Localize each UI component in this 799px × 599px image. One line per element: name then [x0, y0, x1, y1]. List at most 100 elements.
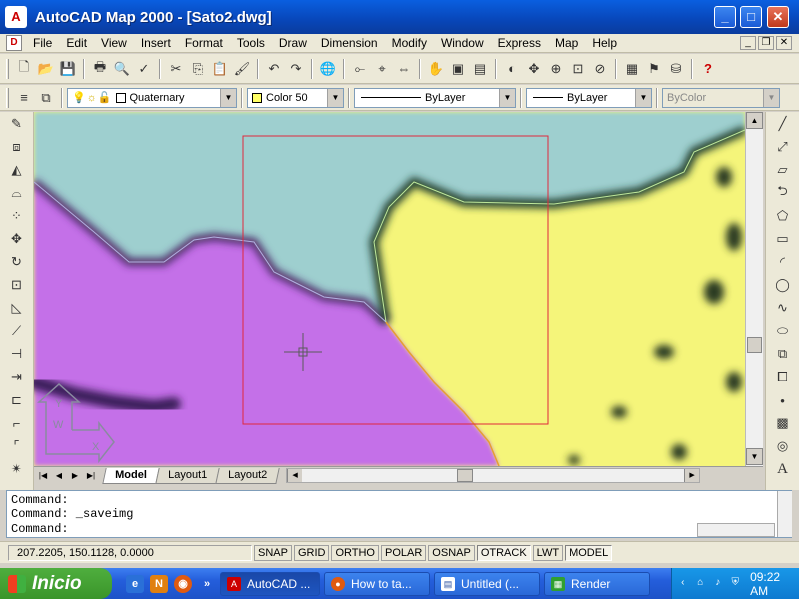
- ortho-toggle[interactable]: ORTHO: [331, 544, 379, 561]
- scroll-left-icon[interactable]: ◀: [287, 469, 303, 482]
- 3d-orbit-icon[interactable]: ◐: [502, 59, 522, 79]
- start-button[interactable]: Inicio: [0, 568, 112, 599]
- nero-icon[interactable]: N: [150, 574, 168, 593]
- prev-tab-icon[interactable]: ◀: [52, 469, 66, 483]
- move-icon[interactable]: ✥: [6, 228, 28, 250]
- vertical-scrollbar[interactable]: ▲ ▼: [745, 112, 763, 466]
- toolbar-grip[interactable]: [6, 58, 9, 79]
- layer-dropdown[interactable]: 💡 ☼ 🔓 Quaternary ▼: [67, 87, 237, 108]
- ellipse-icon[interactable]: ⬭: [772, 320, 794, 342]
- menu-draw[interactable]: Draw: [272, 34, 314, 52]
- task-firefox[interactable]: ● How to ta...: [324, 571, 430, 596]
- chevron-down-icon[interactable]: ▼: [220, 88, 236, 107]
- open-icon[interactable]: 📂: [36, 59, 56, 79]
- stretch-icon[interactable]: ◺: [6, 297, 28, 319]
- scroll-up-icon[interactable]: ▲: [746, 112, 763, 129]
- osnap-toggle[interactable]: OSNAP: [428, 544, 475, 561]
- command-hscrollbar[interactable]: [697, 523, 775, 537]
- model-toggle[interactable]: MODEL: [565, 544, 613, 561]
- ie-icon[interactable]: e: [126, 574, 144, 593]
- autocad-app-icon[interactable]: A: [5, 6, 27, 28]
- polar-toggle[interactable]: POLAR: [381, 544, 427, 561]
- scroll-thumb[interactable]: [747, 337, 762, 353]
- fillet-icon[interactable]: ⌜: [6, 435, 28, 457]
- toolbar-grip[interactable]: [6, 87, 9, 108]
- menu-dimension[interactable]: Dimension: [314, 34, 385, 52]
- task-untitled[interactable]: ▤ Untitled (...: [434, 571, 540, 596]
- tray-expand-icon[interactable]: ‹: [676, 577, 690, 591]
- close-button[interactable]: ✕: [767, 6, 789, 28]
- clock[interactable]: 09:22 AM: [750, 570, 799, 598]
- scroll-down-icon[interactable]: ▼: [746, 448, 763, 465]
- arc-icon[interactable]: ◜: [772, 251, 794, 273]
- volume-icon[interactable]: ♪: [711, 577, 725, 591]
- minimize-button[interactable]: _: [714, 6, 736, 28]
- copy-icon[interactable]: ⎘: [188, 59, 208, 79]
- rectangle-icon[interactable]: ▭: [772, 228, 794, 250]
- tab-layout1[interactable]: Layout1: [155, 467, 220, 484]
- tab-model[interactable]: Model: [102, 467, 160, 484]
- polyline-icon[interactable]: ⮌: [772, 182, 794, 204]
- menu-file[interactable]: File: [26, 34, 59, 52]
- more-icon[interactable]: »: [198, 575, 216, 593]
- print-preview-icon[interactable]: 🔍: [112, 59, 132, 79]
- menu-modify[interactable]: Modify: [385, 34, 434, 52]
- copy-object-icon[interactable]: ⧈: [6, 136, 28, 158]
- erase-icon[interactable]: ✎: [6, 113, 28, 135]
- multiline-text-icon[interactable]: A: [772, 458, 794, 480]
- explode-icon[interactable]: ✴: [6, 458, 28, 480]
- match-properties-icon[interactable]: 🖌: [232, 59, 252, 79]
- spline-icon[interactable]: ∿: [772, 297, 794, 319]
- named-views-icon[interactable]: ▤: [470, 59, 490, 79]
- trim-icon[interactable]: ⊣: [6, 343, 28, 365]
- construction-line-icon[interactable]: ⤢: [772, 136, 794, 158]
- menu-format[interactable]: Format: [178, 34, 230, 52]
- insert-block-icon[interactable]: ⧉: [772, 343, 794, 365]
- rotate-icon[interactable]: ↻: [6, 251, 28, 273]
- hyperlink-icon[interactable]: ⟜: [350, 59, 370, 79]
- spell-check-icon[interactable]: ✓: [134, 59, 154, 79]
- array-icon[interactable]: ⁘: [6, 205, 28, 227]
- mirror-icon[interactable]: ◭: [6, 159, 28, 181]
- zoom-previous-icon[interactable]: ⊘: [590, 59, 610, 79]
- firefox-icon[interactable]: ◉: [174, 574, 192, 593]
- task-render[interactable]: ▦ Render: [544, 571, 650, 596]
- region-icon[interactable]: ◎: [772, 435, 794, 457]
- menu-window[interactable]: Window: [434, 34, 491, 52]
- print-icon[interactable]: 🖶: [90, 59, 110, 79]
- last-tab-icon[interactable]: ▶|: [84, 469, 98, 483]
- realtime-pan-icon[interactable]: ✥: [524, 59, 544, 79]
- next-tab-icon[interactable]: ▶: [68, 469, 82, 483]
- ucs-icon[interactable]: ⇔: [394, 59, 414, 79]
- horizontal-scrollbar[interactable]: ◀ ▶: [286, 468, 701, 483]
- point-icon[interactable]: •: [772, 389, 794, 411]
- extend-icon[interactable]: ⇥: [6, 366, 28, 388]
- properties-icon[interactable]: ▦: [622, 59, 642, 79]
- redo-icon[interactable]: ↷: [286, 59, 306, 79]
- menu-view[interactable]: View: [94, 34, 134, 52]
- aerial-view-icon[interactable]: ▣: [448, 59, 468, 79]
- coordinate-display[interactable]: 207.2205, 150.1128, 0.0000: [8, 544, 252, 561]
- zoom-realtime-icon[interactable]: ⊕: [546, 59, 566, 79]
- command-window[interactable]: Command: Command: _saveimg Command:: [6, 490, 792, 538]
- linetype-dropdown[interactable]: ByLayer ▼: [354, 87, 516, 108]
- design-center-icon[interactable]: ⚑: [644, 59, 664, 79]
- security-icon[interactable]: ⛨: [729, 577, 743, 591]
- help-icon[interactable]: ?: [698, 59, 718, 79]
- offset-icon[interactable]: ⌓: [6, 182, 28, 204]
- chevron-down-icon[interactable]: ▼: [499, 88, 515, 107]
- polygon-icon[interactable]: ⬠: [772, 205, 794, 227]
- color-dropdown[interactable]: Color 50 ▼: [247, 87, 344, 108]
- lengthen-icon[interactable]: ⟋: [6, 320, 28, 342]
- new-icon[interactable]: 🗋: [14, 59, 34, 79]
- plotstyle-dropdown[interactable]: ByColor ▼: [662, 87, 780, 108]
- maximize-button[interactable]: □: [740, 6, 762, 28]
- menu-edit[interactable]: Edit: [59, 34, 94, 52]
- tracking-icon[interactable]: ⌖: [372, 59, 392, 79]
- menu-help[interactable]: Help: [585, 34, 624, 52]
- circle-icon[interactable]: ◯: [772, 274, 794, 296]
- chevron-down-icon[interactable]: ▼: [327, 88, 343, 107]
- paste-icon[interactable]: 📋: [210, 59, 230, 79]
- scale-icon[interactable]: ⊡: [6, 274, 28, 296]
- chevron-down-icon[interactable]: ▼: [763, 88, 779, 107]
